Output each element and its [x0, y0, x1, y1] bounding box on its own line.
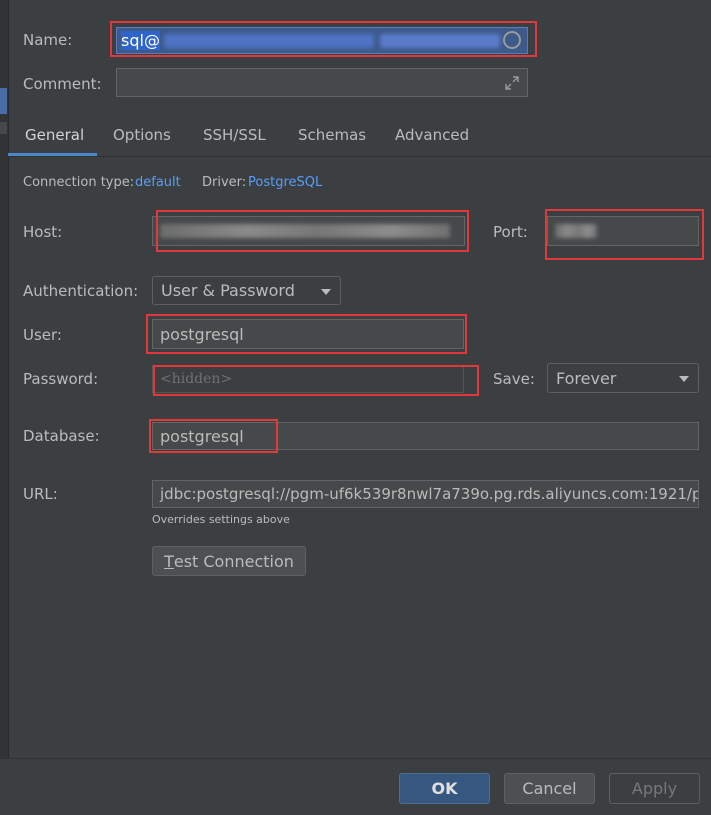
tab-ssh-ssl[interactable]: SSH/SSL — [203, 126, 266, 144]
user-field[interactable]: postgresql — [152, 319, 464, 349]
authentication-label: Authentication: — [23, 282, 139, 300]
tab-advanced[interactable]: Advanced — [395, 126, 469, 144]
port-field[interactable] — [547, 216, 699, 246]
tabs-divider — [8, 156, 711, 157]
comment-field[interactable] — [116, 68, 528, 97]
url-value: jdbc:postgresql://pgm-uf6k539r8nwl7a739o… — [160, 485, 699, 503]
password-placeholder: <hidden> — [160, 371, 233, 387]
tab-schemas[interactable]: Schemas — [298, 126, 366, 144]
port-redacted — [555, 224, 597, 238]
save-label: Save: — [493, 370, 535, 388]
left-panel-item — [0, 122, 7, 134]
ok-button[interactable]: OK — [399, 773, 490, 804]
host-field[interactable] — [152, 216, 465, 246]
port-label: Port: — [493, 223, 528, 241]
save-value: Forever — [556, 368, 617, 388]
chevron-down-icon — [321, 289, 331, 295]
driver-link[interactable]: PostgreSQL — [248, 175, 322, 190]
authentication-select[interactable]: User & Password — [152, 276, 341, 305]
database-value: postgresql — [160, 426, 244, 446]
tab-options[interactable]: Options — [113, 126, 171, 144]
apply-button[interactable]: Apply — [609, 773, 700, 804]
chevron-down-icon — [679, 376, 689, 382]
password-label: Password: — [23, 370, 99, 388]
comment-label: Comment: — [23, 75, 102, 93]
authentication-value: User & Password — [161, 281, 295, 300]
expand-icon[interactable] — [505, 76, 519, 90]
test-connection-label: est Connection — [173, 551, 294, 571]
host-label: Host: — [23, 223, 63, 241]
host-redacted — [160, 224, 450, 238]
name-value: sql@ — [121, 31, 160, 50]
database-field[interactable]: postgresql — [152, 422, 699, 450]
left-panel-strip — [0, 0, 9, 758]
connection-type-link[interactable]: default — [135, 175, 181, 190]
name-field[interactable]: sql@ — [116, 27, 528, 54]
dialog-footer — [0, 758, 711, 815]
name-label: Name: — [23, 31, 73, 49]
user-value: postgresql — [160, 324, 244, 344]
save-select[interactable]: Forever — [547, 363, 699, 393]
url-hint: Overrides settings above — [152, 513, 290, 526]
database-label: Database: — [23, 427, 100, 445]
test-connection-mnemonic: T — [164, 551, 174, 571]
user-label: User: — [23, 326, 62, 344]
status-circle-icon — [503, 31, 521, 49]
test-connection-button[interactable]: Test Connection — [152, 546, 306, 576]
driver-label: Driver: — [202, 175, 247, 190]
cancel-button[interactable]: Cancel — [504, 773, 595, 804]
left-panel-selection — [0, 88, 7, 114]
url-label: URL: — [23, 485, 58, 503]
password-field[interactable]: <hidden> — [152, 365, 464, 393]
name-redacted-2 — [379, 33, 500, 48]
name-redacted — [163, 33, 374, 48]
url-field[interactable]: jdbc:postgresql://pgm-uf6k539r8nwl7a739o… — [152, 480, 699, 508]
tab-general[interactable]: General — [25, 126, 84, 144]
connection-type-label: Connection type: — [23, 175, 135, 190]
